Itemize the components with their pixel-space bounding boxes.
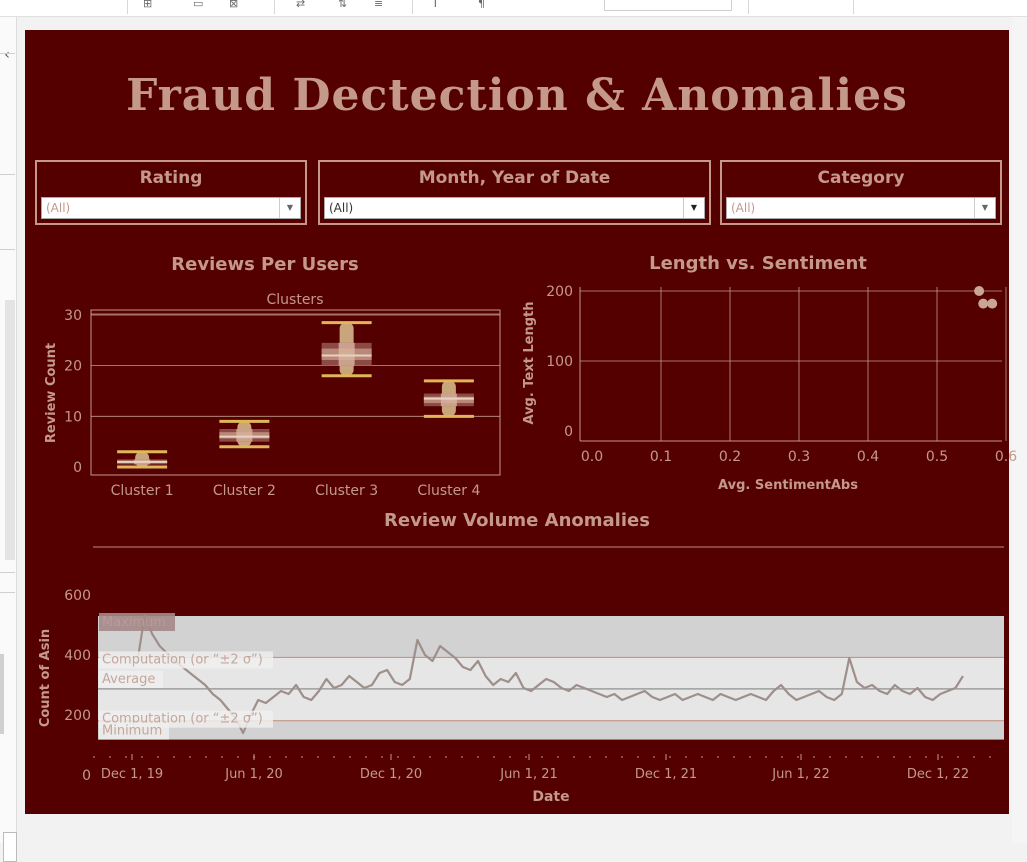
length-vs-sentiment-chart: 0.0 0.1 0.2 0.3 0.4 0.5 0.6 200 100 0 Avg. Text …	[522, 284, 1017, 493]
y-tick-label: 100	[546, 354, 573, 370]
month-year-dropdown-value: (All)	[329, 201, 354, 215]
x-tick-label: Dec 1, 21	[635, 767, 697, 782]
y-tick-label: 200	[546, 284, 573, 300]
review-volume-anomalies-chart: 600 400 200 0 Maximum Computation (or “±2 σ”…	[38, 546, 1004, 805]
filter-rating-label: Rating	[139, 168, 203, 188]
cluster-label: Cluster 3	[315, 483, 378, 499]
pane-scroll-thumb[interactable]	[0, 654, 4, 734]
x-tick-label: Dec 1, 20	[360, 767, 422, 782]
x-tick-label: 0.5	[926, 449, 948, 465]
sentiment-chart-title: Length vs. Sentiment	[649, 253, 867, 274]
x-tick-label: Jun 1, 21	[499, 767, 558, 782]
box-2	[219, 419, 270, 449]
left-pane: ‹	[0, 17, 17, 862]
y-tick-label: 600	[64, 588, 91, 604]
toolbar: ⊞ ▭ ⊠ ⇄ ⇅ ≡ T ¶	[0, 0, 1027, 17]
pane-widget	[3, 832, 17, 862]
duplicate-icon[interactable]: ▭	[193, 0, 203, 8]
data-point	[987, 298, 998, 309]
data-point	[978, 298, 989, 309]
data-point	[974, 286, 985, 296]
right-margin	[1012, 17, 1027, 843]
x-tick-label: Dec 1, 22	[907, 767, 969, 782]
label-icon[interactable]: T	[432, 0, 439, 8]
y-tick-label: 0	[73, 460, 82, 476]
collapse-pane-icon[interactable]: ‹	[0, 45, 14, 65]
sort-icon[interactable]: ⇅	[338, 0, 347, 8]
category-dropdown-value: (All)	[731, 201, 756, 215]
cluster-label: Cluster 1	[111, 483, 174, 499]
x-tick-label: Jun 1, 20	[224, 767, 283, 782]
x-tick-label: Jun 1, 22	[771, 767, 830, 782]
clusters-header: Clusters	[267, 292, 324, 308]
reviews-per-users-chart: Clusters 30 20 10 0 Cluster 1 Cluster 2 Clust…	[44, 292, 501, 499]
filter-rating: Rating (All) ▼	[35, 160, 307, 225]
avg-sentiment-axis-label: Avg. SentimentAbs	[718, 478, 858, 493]
x-tick-label: 0.4	[857, 449, 879, 465]
plot-frame	[90, 309, 501, 476]
band-label-maximum: Maximum	[102, 615, 166, 630]
filter-category-label: Category	[817, 168, 905, 188]
chevron-down-icon[interactable]: ▼	[683, 198, 704, 218]
cluster-label: Cluster 4	[417, 483, 480, 499]
filter-category: Category (All) ▼	[720, 160, 1002, 225]
box-4	[423, 379, 474, 418]
x-tick-label: Dec 1, 19	[101, 767, 163, 782]
chevron-down-icon[interactable]: ▼	[279, 198, 300, 218]
box-stripe	[440, 393, 457, 407]
band-label-minimum: Minimum	[102, 724, 162, 739]
band-label-upper: Computation (or “±2 σ”)	[102, 652, 263, 667]
review-count-axis-label: Review Count	[44, 343, 59, 443]
x-tick-label: 0.2	[719, 449, 741, 465]
cluster-label: Cluster 2	[213, 483, 276, 499]
y-tick-label: 400	[64, 648, 91, 664]
rating-dropdown[interactable]: (All) ▼	[41, 197, 301, 219]
date-axis-label: Date	[532, 789, 569, 805]
reviews-chart-title: Reviews Per Users	[171, 254, 359, 275]
x-tick-label: 0.3	[788, 449, 810, 465]
y-tick-label: 0	[564, 424, 573, 440]
y-tick-label: 10	[64, 409, 82, 425]
box-3	[321, 321, 372, 378]
y-tick-label: 20	[64, 359, 82, 375]
format-icon[interactable]: ¶	[478, 0, 485, 8]
y-tick-label: 200	[64, 708, 91, 724]
month-year-dropdown[interactable]: (All) ▼	[324, 197, 705, 219]
x-tick-label: 0.0	[581, 449, 603, 465]
dashboard-title: Fraud Dectection & Anomalies	[126, 70, 908, 121]
x-tick-label: 0.6	[995, 449, 1017, 465]
box-stripe	[236, 428, 253, 442]
fit-dropdown[interactable]	[604, 0, 732, 11]
dashboard: Fraud Dectection & Anomalies Rating (All…	[25, 30, 1017, 814]
filter-month-year-label: Month, Year of Date	[418, 168, 611, 188]
box-stripe	[338, 342, 355, 366]
add-sheet-icon[interactable]: ⊞	[143, 0, 152, 8]
y-tick-label: 0	[82, 768, 91, 784]
x-tick-label: 0.1	[650, 449, 672, 465]
chevron-down-icon[interactable]: ▼	[974, 198, 995, 218]
count-of-asin-axis-label: Count of Asin	[38, 629, 53, 727]
box-1	[117, 450, 168, 469]
avg-text-length-axis-label: Avg. Text Length	[522, 301, 537, 424]
pane-scrollbar[interactable]	[5, 300, 15, 560]
filter-month-year: Month, Year of Date (All) ▼	[318, 160, 711, 225]
group-icon[interactable]: ≡	[374, 0, 383, 8]
clear-sheet-icon[interactable]: ⊠	[229, 0, 238, 8]
band-label-average: Average	[102, 672, 155, 687]
y-tick-label: 30	[64, 308, 82, 324]
category-dropdown[interactable]: (All) ▼	[726, 197, 996, 219]
swap-icon[interactable]: ⇄	[296, 0, 305, 8]
rating-dropdown-value: (All)	[46, 201, 71, 215]
